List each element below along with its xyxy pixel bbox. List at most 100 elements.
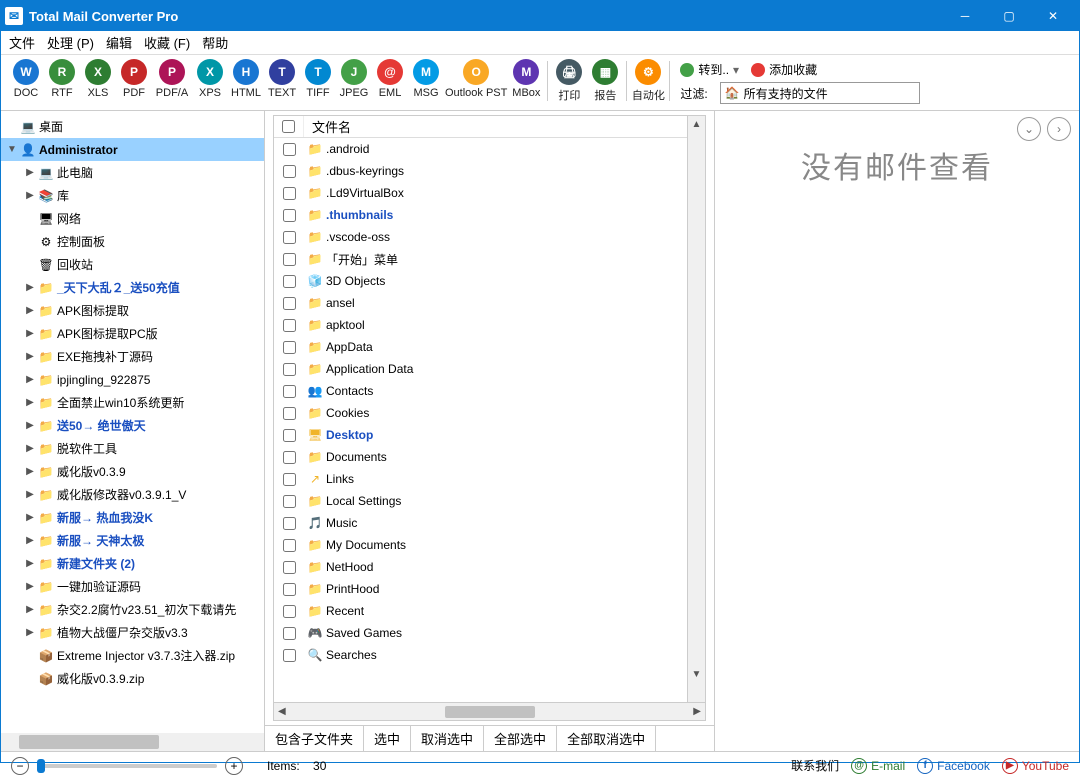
- list-item[interactable]: 🔍Searches: [274, 644, 687, 666]
- tree-item[interactable]: ▶📁新服→ 天神太极: [1, 529, 264, 552]
- list-action[interactable]: 包含子文件夹: [265, 726, 364, 751]
- zoom-out-button[interactable]: −: [11, 757, 29, 775]
- tree-item[interactable]: 🖥网络: [1, 207, 264, 230]
- toolbar-html[interactable]: HHTML: [229, 59, 263, 99]
- toolbar-pdf/a[interactable]: PPDF/A: [153, 59, 191, 99]
- close-button[interactable]: ✕: [1031, 1, 1075, 31]
- row-checkbox[interactable]: [283, 209, 296, 222]
- row-checkbox[interactable]: [283, 649, 296, 662]
- list-item[interactable]: 📁.Ld9VirtualBox: [274, 182, 687, 204]
- list-item[interactable]: 📁Recent: [274, 600, 687, 622]
- tree-item[interactable]: ▶📁APK图标提取PC版: [1, 322, 264, 345]
- list-action[interactable]: 全部选中: [484, 726, 557, 751]
- list-action[interactable]: 全部取消选中: [557, 726, 656, 751]
- tree-item[interactable]: ▶📁一键加验证源码: [1, 575, 264, 598]
- row-checkbox[interactable]: [283, 341, 296, 354]
- list-item[interactable]: 📁Cookies: [274, 402, 687, 424]
- zoom-in-button[interactable]: +: [225, 757, 243, 775]
- list-item[interactable]: 📁.thumbnails: [274, 204, 687, 226]
- tree-item[interactable]: ▶📁EXE拖拽补丁源码: [1, 345, 264, 368]
- menu-编辑[interactable]: 编辑: [106, 33, 132, 52]
- file-list[interactable]: 📁.android📁.dbus-keyrings📁.Ld9VirtualBox📁…: [274, 138, 687, 702]
- row-checkbox[interactable]: [283, 495, 296, 508]
- toolbar-mbox[interactable]: MMBox: [509, 59, 543, 99]
- tree-item[interactable]: 📦Extreme Injector v3.7.3注入器.zip: [1, 644, 264, 667]
- row-checkbox[interactable]: [283, 385, 296, 398]
- row-checkbox[interactable]: [283, 187, 296, 200]
- toolbar-报告[interactable]: ▦报告: [588, 59, 622, 103]
- list-item[interactable]: 📁ansel: [274, 292, 687, 314]
- list-action[interactable]: 取消选中: [411, 726, 484, 751]
- list-item[interactable]: 📁PrintHood: [274, 578, 687, 600]
- row-checkbox[interactable]: [283, 451, 296, 464]
- list-item[interactable]: ↗Links: [274, 468, 687, 490]
- toolbar-text[interactable]: TTEXT: [265, 59, 299, 99]
- list-item[interactable]: 🎮Saved Games: [274, 622, 687, 644]
- contact-us-link[interactable]: 联系我们: [791, 757, 839, 774]
- row-checkbox[interactable]: [283, 473, 296, 486]
- preview-collapse-button[interactable]: ⌄: [1017, 117, 1041, 141]
- row-checkbox[interactable]: [283, 297, 296, 310]
- tree-item[interactable]: ▶📁新服→ 热血我没K: [1, 506, 264, 529]
- toolbar-outlook pst[interactable]: OOutlook PST: [445, 59, 507, 99]
- toolbar-eml[interactable]: @EML: [373, 59, 407, 99]
- tree-item[interactable]: ▶📁_天下大乱２_送50充值: [1, 276, 264, 299]
- list-item[interactable]: 📁Documents: [274, 446, 687, 468]
- list-item[interactable]: 📁Local Settings: [274, 490, 687, 512]
- toolbar-rtf[interactable]: RRTF: [45, 59, 79, 99]
- tree-item[interactable]: ▼👤Administrator: [1, 138, 264, 161]
- tree-item[interactable]: ▶📁威化版v0.3.9: [1, 460, 264, 483]
- toolbar-打印[interactable]: 🖨打印: [552, 59, 586, 103]
- menu-处理 (P)[interactable]: 处理 (P): [47, 33, 94, 52]
- tree-item[interactable]: ▶📁植物大战僵尸杂交版v3.3: [1, 621, 264, 644]
- toolbar-doc[interactable]: WDOC: [9, 59, 43, 99]
- list-item[interactable]: 📁AppData: [274, 336, 687, 358]
- list-item[interactable]: 🎵Music: [274, 512, 687, 534]
- tree-item[interactable]: ▶📁送50→ 绝世傲天: [1, 414, 264, 437]
- tree-item[interactable]: 💻桌面: [1, 115, 264, 138]
- zoom-slider[interactable]: [37, 764, 217, 768]
- row-checkbox[interactable]: [283, 517, 296, 530]
- column-filename[interactable]: 文件名: [304, 117, 351, 136]
- menu-收藏 (F)[interactable]: 收藏 (F): [144, 33, 190, 52]
- list-item[interactable]: 📁.dbus-keyrings: [274, 160, 687, 182]
- list-item[interactable]: 📁apktool: [274, 314, 687, 336]
- row-checkbox[interactable]: [283, 231, 296, 244]
- toolbar-pdf[interactable]: PPDF: [117, 59, 151, 99]
- tree-item[interactable]: ▶📁杂交2.2腐竹v23.51_初次下载请先: [1, 598, 264, 621]
- facebook-link[interactable]: fFacebook: [917, 758, 990, 774]
- row-checkbox[interactable]: [283, 429, 296, 442]
- row-checkbox[interactable]: [283, 407, 296, 420]
- row-checkbox[interactable]: [283, 319, 296, 332]
- tree-item[interactable]: ▶💻此电脑: [1, 161, 264, 184]
- youtube-link[interactable]: ▶YouTube: [1002, 758, 1069, 774]
- preview-next-button[interactable]: ›: [1047, 117, 1071, 141]
- row-checkbox[interactable]: [283, 165, 296, 178]
- tree-item[interactable]: 📦威化版v0.3.9.zip: [1, 667, 264, 690]
- row-checkbox[interactable]: [283, 253, 296, 266]
- toolbar-xls[interactable]: XXLS: [81, 59, 115, 99]
- toolbar-jpeg[interactable]: JJPEG: [337, 59, 371, 99]
- row-checkbox[interactable]: [283, 143, 296, 156]
- tree-item[interactable]: ▶📁ipjingling_922875: [1, 368, 264, 391]
- toolbar-tiff[interactable]: TTIFF: [301, 59, 335, 99]
- folder-tree[interactable]: 💻桌面▼👤Administrator▶💻此电脑▶📚库🖥网络⚙控制面板🗑回收站▶📁…: [1, 111, 264, 733]
- maximize-button[interactable]: ▢: [987, 1, 1031, 31]
- list-item[interactable]: 🧊3D Objects: [274, 270, 687, 292]
- tree-hscrollbar[interactable]: [1, 733, 264, 751]
- row-checkbox[interactable]: [283, 605, 296, 618]
- toolbar-xps[interactable]: XXPS: [193, 59, 227, 99]
- list-item[interactable]: 👥Contacts: [274, 380, 687, 402]
- list-item[interactable]: 📁NetHood: [274, 556, 687, 578]
- tree-item[interactable]: ▶📁新建文件夹 (2): [1, 552, 264, 575]
- tree-item[interactable]: ▶📁APK图标提取: [1, 299, 264, 322]
- list-vscrollbar[interactable]: ▲▼: [688, 115, 706, 703]
- tree-item[interactable]: ▶📁威化版修改器v0.3.9.1_V: [1, 483, 264, 506]
- row-checkbox[interactable]: [283, 363, 296, 376]
- list-item[interactable]: 🖥Desktop: [274, 424, 687, 446]
- select-all-checkbox[interactable]: [282, 120, 295, 133]
- tree-item[interactable]: ▶📁全面禁止win10系统更新: [1, 391, 264, 414]
- tree-item[interactable]: 🗑回收站: [1, 253, 264, 276]
- toolbar-自动化[interactable]: ⚙自动化: [631, 59, 665, 103]
- menu-帮助[interactable]: 帮助: [202, 33, 228, 52]
